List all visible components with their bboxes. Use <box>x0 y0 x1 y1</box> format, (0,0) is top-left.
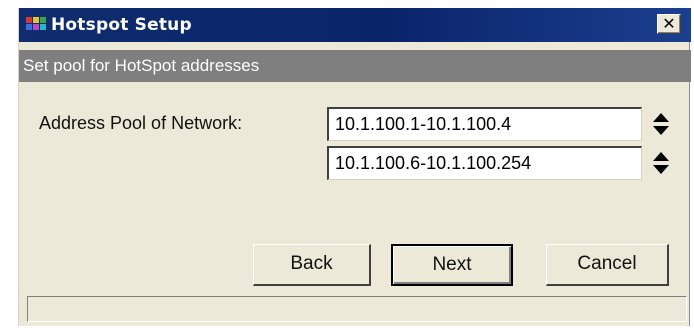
close-icon: ✕ <box>662 14 676 33</box>
hotspot-setup-dialog: Hotspot Setup ✕ Set pool for HotSpot add… <box>18 8 691 326</box>
cancel-button[interactable]: Cancel <box>546 244 669 286</box>
address-pool-label: Address Pool of Network: <box>39 113 243 133</box>
status-bar <box>27 296 687 322</box>
next-button[interactable]: Next <box>391 244 513 286</box>
address-pool-field-2[interactable]: 10.1.100.6-10.1.100.254 <box>327 146 642 180</box>
step-subtitle: Set pool for HotSpot addresses <box>19 50 691 82</box>
title-bar[interactable]: Hotspot Setup ✕ <box>19 8 691 42</box>
back-button[interactable]: Back <box>253 244 371 286</box>
address-pool-field-1[interactable]: 10.1.100.1-10.1.100.4 <box>327 107 642 141</box>
close-button[interactable]: ✕ <box>657 14 681 34</box>
app-icon <box>26 17 46 30</box>
up-down-spinner-icon[interactable] <box>651 150 671 176</box>
up-down-spinner-icon[interactable] <box>651 111 671 137</box>
window-title: Hotspot Setup <box>51 15 192 35</box>
